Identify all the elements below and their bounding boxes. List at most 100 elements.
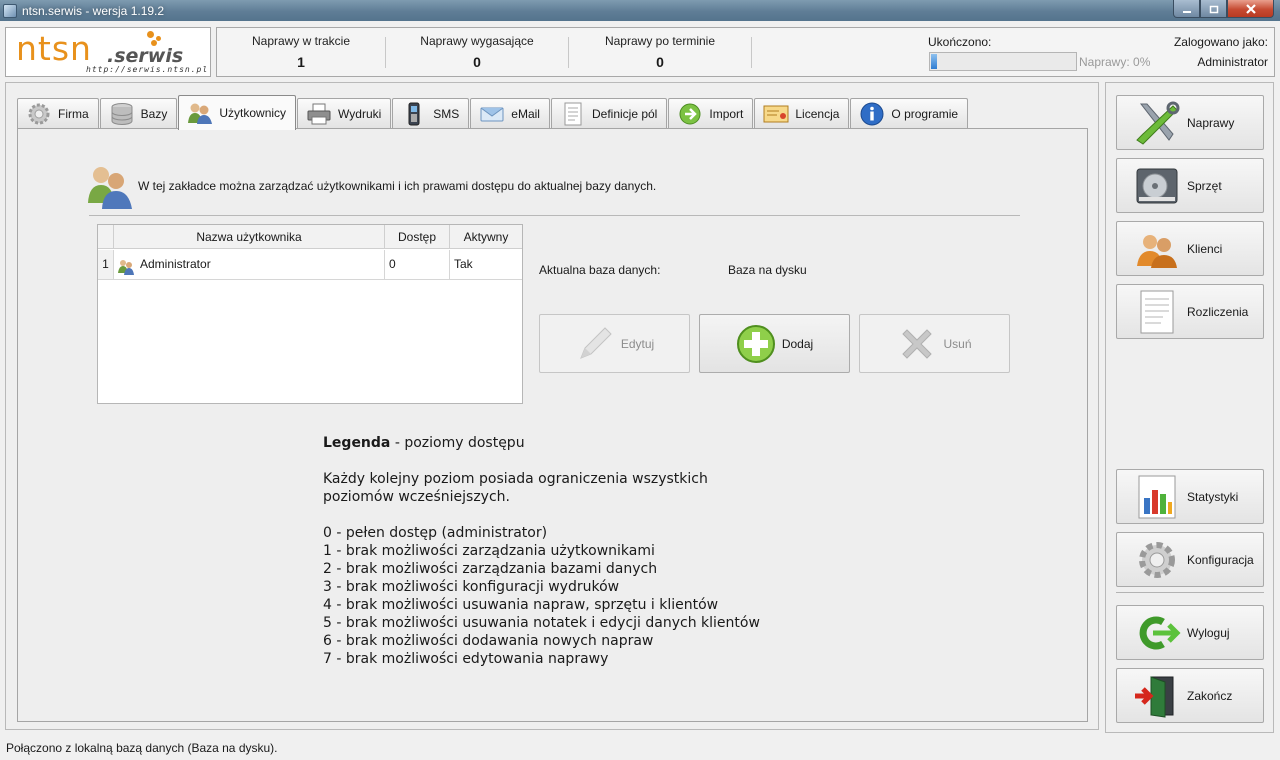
legend-item: 2 - brak możliwości zarządzania bazami d… bbox=[323, 561, 658, 577]
tab-wydruki[interactable]: Wydruki bbox=[297, 98, 392, 129]
legend-item: 3 - brak możliwości konfiguracji wydrukó… bbox=[323, 579, 620, 595]
sidebar: Naprawy Sprzęt Klienci Rozliczenia Staty… bbox=[1105, 82, 1274, 733]
users-tab-panel: W tej zakładce można zarządzać użytkowni… bbox=[17, 128, 1088, 722]
legend-title-bold: Legenda bbox=[323, 435, 391, 451]
stat-label: Naprawy w trakcie bbox=[251, 34, 351, 48]
logout-icon bbox=[1133, 610, 1181, 656]
delete-x-icon bbox=[897, 324, 937, 364]
legend-item: 1 - brak możliwości zarządzania użytkown… bbox=[323, 543, 655, 559]
users-icon bbox=[187, 101, 213, 125]
login-label: Zalogowano jako: bbox=[1173, 35, 1268, 49]
sidebar-button-wyloguj[interactable]: Wyloguj bbox=[1116, 605, 1264, 660]
minimize-button[interactable] bbox=[1173, 0, 1200, 18]
tab-label: eMail bbox=[511, 107, 540, 121]
plus-circle-icon bbox=[736, 324, 776, 364]
tab-bazy[interactable]: Bazy bbox=[99, 98, 178, 129]
progress-bar bbox=[929, 52, 1077, 71]
users-icon bbox=[86, 163, 136, 211]
main-panel: Firma Bazy Użytkownicy Wydruki SMS eMail… bbox=[5, 82, 1099, 730]
tab-sms[interactable]: SMS bbox=[392, 98, 470, 129]
tab-firma[interactable]: Firma bbox=[17, 98, 99, 129]
title-bar: ntsn.serwis - wersja 1.19.2 bbox=[0, 0, 1280, 21]
sidebar-button-naprawy[interactable]: Naprawy bbox=[1116, 95, 1264, 150]
stat-in-progress: Naprawy w trakcie 1 bbox=[217, 34, 385, 70]
add-button[interactable]: Dodaj bbox=[699, 314, 850, 373]
sidebar-button-label: Statystyki bbox=[1187, 489, 1239, 504]
legend-items: 0 - pełen dostęp (administrator) 1 - bra… bbox=[323, 524, 773, 668]
sidebar-button-konfiguracja[interactable]: Konfiguracja bbox=[1116, 532, 1264, 587]
pencil-icon bbox=[575, 324, 615, 364]
sidebar-button-rozliczenia[interactable]: Rozliczenia bbox=[1116, 284, 1264, 339]
tab-o-programie[interactable]: O programie bbox=[850, 98, 969, 129]
legend-item: 4 - brak możliwości usuwania napraw, spr… bbox=[323, 597, 719, 613]
info-icon bbox=[859, 102, 885, 126]
stat-label: Naprawy po terminie bbox=[604, 34, 716, 48]
tab-label: O programie bbox=[891, 107, 959, 121]
sidebar-button-label: Wyloguj bbox=[1187, 625, 1230, 640]
certificate-icon bbox=[763, 102, 789, 126]
repairs-summary: Naprawy w trakcie 1 Naprawy wygasające 0… bbox=[216, 27, 1275, 77]
stat-value: 1 bbox=[297, 54, 305, 70]
tab-label: Definicje pól bbox=[591, 107, 658, 121]
logo-text-main: ntsn bbox=[16, 29, 92, 68]
stat-label: Naprawy wygasające bbox=[420, 34, 534, 48]
exit-door-icon bbox=[1133, 673, 1181, 719]
sidebar-button-zakoncz[interactable]: Zakończ bbox=[1116, 668, 1264, 723]
button-label: Dodaj bbox=[781, 336, 814, 351]
logo-dot bbox=[151, 40, 157, 46]
progress-label: Ukończono: bbox=[928, 35, 992, 49]
sidebar-button-label: Rozliczenia bbox=[1187, 304, 1249, 319]
tab-bar: Firma Bazy Użytkownicy Wydruki SMS eMail… bbox=[17, 94, 969, 130]
cell-access[interactable]: 0 bbox=[385, 250, 450, 280]
column-header[interactable]: Aktywny bbox=[450, 225, 522, 249]
access-legend: Legenda - poziomy dostępu Każdy kolejny … bbox=[323, 434, 773, 668]
hard-drive-icon bbox=[1133, 163, 1181, 209]
legend-item: 6 - brak możliwości dodawania nowych nap… bbox=[323, 633, 654, 649]
intro-text: W tej zakładce można zarządzać użytkowni… bbox=[138, 179, 657, 193]
delete-button[interactable]: Usuń bbox=[859, 314, 1010, 373]
database-icon bbox=[109, 102, 135, 126]
login-user: Administrator bbox=[1197, 55, 1268, 69]
tab-label: Wydruki bbox=[338, 107, 382, 121]
stat-overdue: Naprawy po terminie 0 bbox=[568, 34, 752, 70]
table-row[interactable]: 1 Administrator 0 Tak bbox=[98, 250, 522, 280]
logo-dot bbox=[147, 31, 154, 38]
cell-text: Administrator bbox=[140, 257, 211, 271]
tab-email[interactable]: eMail bbox=[470, 98, 550, 129]
sidebar-button-statystyki[interactable]: Statystyki bbox=[1116, 469, 1264, 524]
column-header[interactable]: Nazwa użytkownika bbox=[114, 225, 385, 249]
column-header[interactable]: Dostęp bbox=[385, 225, 450, 249]
cell-active[interactable]: Tak bbox=[450, 250, 522, 280]
edit-button[interactable]: Edytuj bbox=[539, 314, 690, 373]
maximize-button[interactable] bbox=[1200, 0, 1227, 18]
tab-label: Użytkownicy bbox=[219, 106, 287, 120]
tab-definicje-pol[interactable]: Definicje pól bbox=[550, 98, 668, 129]
tools-icon bbox=[1133, 100, 1181, 146]
divider bbox=[1116, 592, 1264, 593]
phone-icon bbox=[401, 102, 427, 126]
sidebar-button-label: Sprzęt bbox=[1187, 178, 1222, 193]
legend-item: 0 - pełen dostęp (administrator) bbox=[323, 525, 548, 541]
sidebar-button-klienci[interactable]: Klienci bbox=[1116, 221, 1264, 276]
tab-label: Bazy bbox=[140, 107, 168, 121]
user-icon bbox=[118, 257, 134, 275]
tab-licencja[interactable]: Licencja bbox=[754, 98, 850, 129]
gear-icon bbox=[26, 102, 52, 126]
button-label: Edytuj bbox=[620, 336, 655, 351]
chart-icon bbox=[1133, 474, 1181, 520]
close-button[interactable] bbox=[1227, 0, 1274, 18]
mail-icon bbox=[479, 102, 505, 126]
row-number: 1 bbox=[98, 250, 114, 280]
tab-label: Import bbox=[709, 107, 744, 121]
users-table[interactable]: Nazwa użytkownika Dostęp Aktywny 1 Admin… bbox=[97, 224, 523, 404]
app-icon bbox=[3, 3, 17, 18]
sidebar-button-sprzet[interactable]: Sprzęt bbox=[1116, 158, 1264, 213]
clients-icon bbox=[1133, 226, 1181, 272]
cell-username[interactable]: Administrator bbox=[114, 250, 385, 280]
sidebar-button-label: Konfiguracja bbox=[1187, 552, 1254, 567]
divider bbox=[89, 215, 1020, 216]
tab-import[interactable]: Import bbox=[668, 98, 754, 129]
tab-uzytkownicy[interactable]: Użytkownicy bbox=[178, 95, 297, 130]
close-icon bbox=[1245, 3, 1256, 14]
button-label: Usuń bbox=[943, 336, 972, 351]
